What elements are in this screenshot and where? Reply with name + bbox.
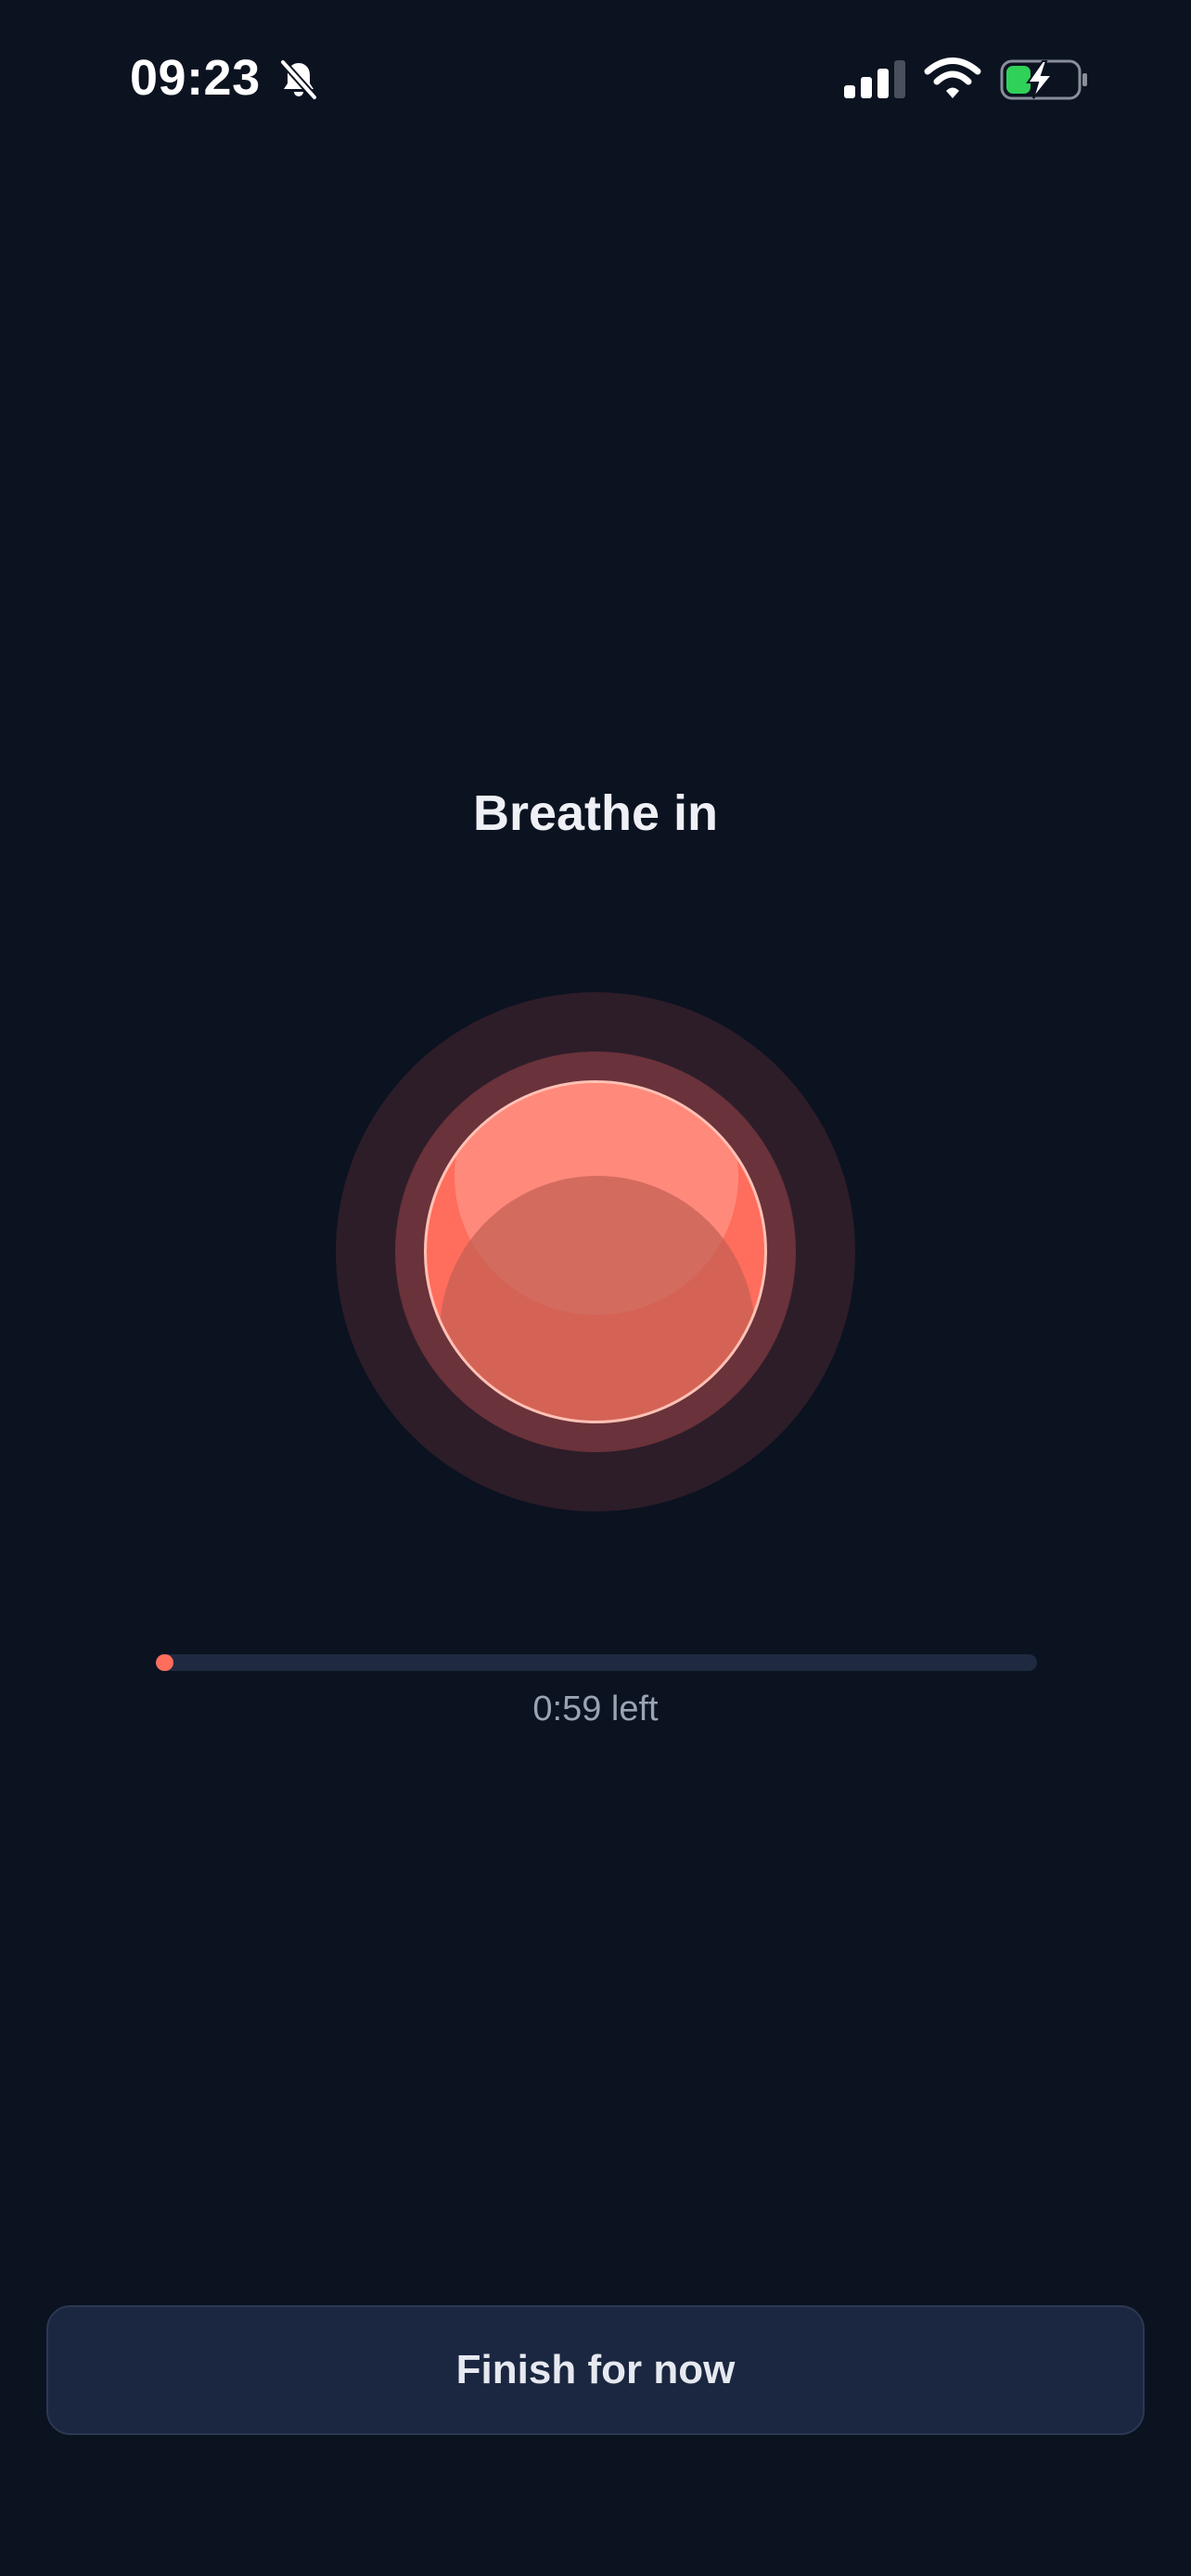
time-left-label: 0:59 left <box>532 1690 659 1728</box>
breathing-orb <box>336 992 855 1511</box>
bell-slash-icon <box>279 58 318 101</box>
finish-for-now-button[interactable]: Finish for now <box>46 2305 1145 2435</box>
cellular-signal-icon <box>844 60 905 98</box>
status-time: 09:23 <box>130 50 261 106</box>
session-progress-fill <box>156 1654 173 1671</box>
breathing-phase-label: Breathe in <box>472 785 719 841</box>
session-progress-bar <box>156 1654 1037 1671</box>
battery-charging-icon <box>1000 59 1087 100</box>
wifi-icon <box>924 57 981 98</box>
status-bar: 09:23 <box>0 0 1191 158</box>
orb-core <box>424 1080 767 1423</box>
